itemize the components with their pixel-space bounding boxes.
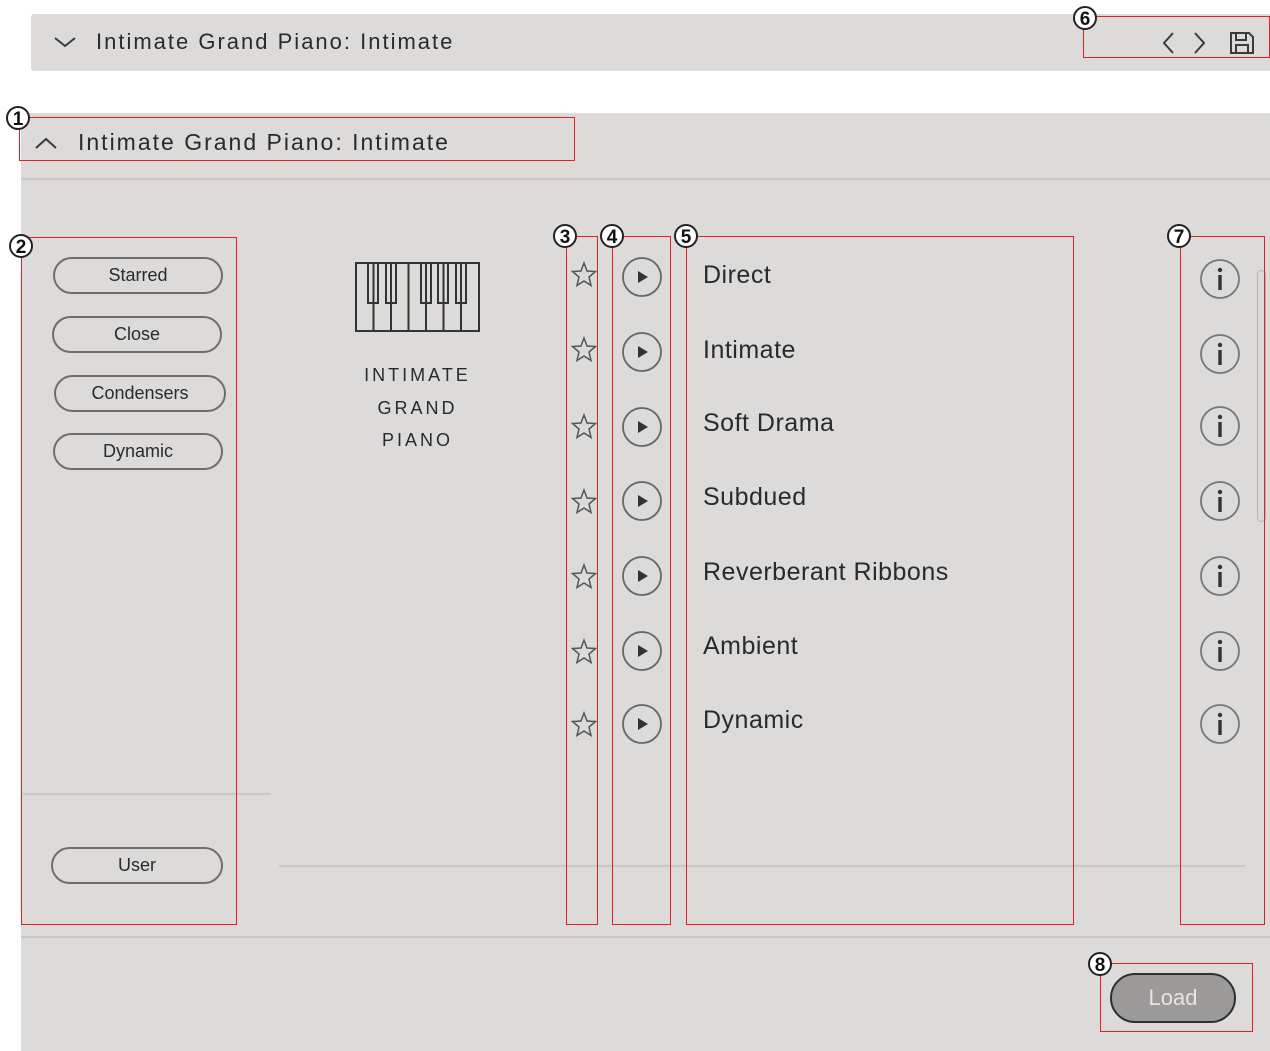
annotation-badge: 6 [1073,6,1097,30]
info-icon[interactable] [1199,405,1241,447]
panel-title[interactable]: Intimate Grand Piano: Intimate [78,129,450,156]
preset-name[interactable]: Dynamic [703,706,804,735]
chevron-right-icon[interactable] [1188,30,1210,56]
load-button[interactable]: Load [1110,973,1236,1023]
tag-starred-button[interactable]: Starred [53,257,223,294]
preset-name[interactable]: Intimate [703,336,796,365]
instrument-name-line: GRAND [377,398,458,418]
star-icon[interactable] [571,711,597,737]
annotation-badge: 2 [9,234,33,258]
scrollbar[interactable] [1257,270,1266,522]
divider [21,936,1270,938]
star-icon[interactable] [571,488,597,514]
user-button[interactable]: User [51,847,223,884]
annotation-badge: 3 [553,224,577,248]
annotation-badge: 1 [6,106,30,130]
info-icon[interactable] [1199,333,1241,375]
info-icon[interactable] [1199,555,1241,597]
annotation-badge: 5 [674,224,698,248]
star-icon[interactable] [571,336,597,362]
instrument-name-line: INTIMATE [364,365,471,385]
chevron-left-icon[interactable] [1158,30,1180,56]
play-icon[interactable] [621,630,663,672]
star-icon[interactable] [571,261,597,287]
tag-condensers-button[interactable]: Condensers [54,375,226,412]
divider [21,178,1270,180]
play-icon[interactable] [621,256,663,298]
preset-name[interactable]: Subdued [703,483,807,512]
preset-name[interactable]: Soft Drama [703,409,834,438]
tag-dynamic-button[interactable]: Dynamic [53,433,223,470]
divider [23,793,271,795]
preset-name[interactable]: Reverberant Ribbons [703,558,949,587]
tag-close-button[interactable]: Close [52,316,222,353]
chevron-down-icon[interactable] [52,33,78,51]
play-icon[interactable] [621,703,663,745]
save-icon[interactable] [1228,30,1256,56]
play-icon[interactable] [621,331,663,373]
play-icon[interactable] [621,406,663,448]
annotation-badge: 4 [600,224,624,248]
annotation-badge: 8 [1088,952,1112,976]
star-icon[interactable] [571,413,597,439]
divider [279,865,1245,867]
preset-name[interactable]: Ambient [703,632,798,661]
info-icon[interactable] [1199,258,1241,300]
star-icon[interactable] [571,563,597,589]
play-icon[interactable] [621,555,663,597]
header-title: Intimate Grand Piano: Intimate [96,29,455,54]
info-icon[interactable] [1199,480,1241,522]
info-icon[interactable] [1199,703,1241,745]
piano-icon [355,262,480,332]
star-icon[interactable] [571,638,597,664]
chevron-up-icon[interactable] [33,134,59,152]
instrument-name-line: PIANO [381,430,453,450]
info-icon[interactable] [1199,630,1241,672]
play-icon[interactable] [621,480,663,522]
annotation-badge: 7 [1167,224,1191,248]
preset-name[interactable]: Direct [703,261,771,290]
